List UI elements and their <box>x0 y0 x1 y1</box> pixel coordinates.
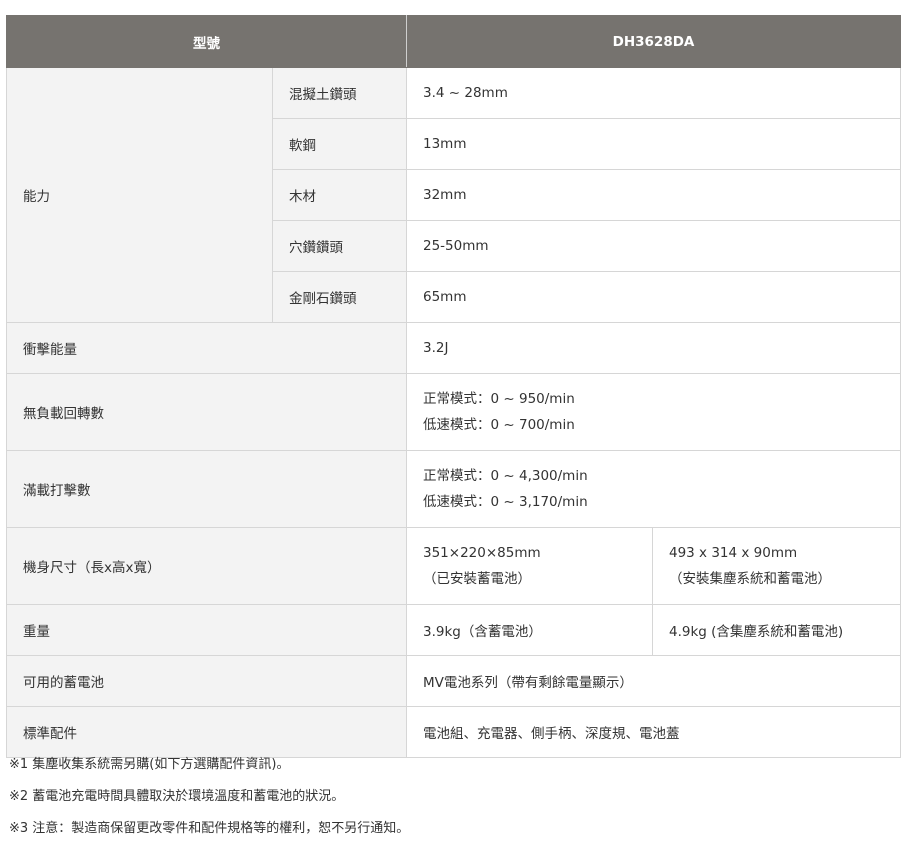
no-load-speed-row: 無負載回轉數 正常模式：0 ~ 950/min 低速模式：0 ~ 700/min <box>6 373 902 451</box>
full-load-blows-value: 正常模式：0 ~ 4,300/min 低速模式：0 ~ 3,170/min <box>405 450 902 528</box>
spec-table: 型號 DH3628DA 能力 混擬土鑽頭 3.4 ~ 28mm 軟鋼 13mm … <box>6 15 902 758</box>
dimensions-value-with-dust-system: 493 x 314 x 90mm （安裝集塵系統和蓄電池） <box>651 527 902 605</box>
normal-mode-speed: 正常模式：0 ~ 950/min <box>423 391 575 407</box>
footnote-2: ※2 蓄電池充電時間具體取決於環境溫度和蓄電池的狀況。 <box>9 789 345 804</box>
no-load-speed-label: 無負載回轉數 <box>6 373 407 451</box>
dimensions-note: （已安裝蓄電池） <box>423 571 531 587</box>
spec-table-container: 型號 DH3628DA 能力 混擬土鑽頭 3.4 ~ 28mm 軟鋼 13mm … <box>6 15 902 758</box>
footnote-1: ※1 集塵收集系統需另購(如下方選購配件資訊)。 <box>9 757 290 772</box>
battery-label: 可用的蓄電池 <box>6 655 407 707</box>
footnotes: ※1 集塵收集系統需另購(如下方選購配件資訊)。 ※2 蓄電池充電時間具體取決於… <box>9 752 899 848</box>
impact-energy-row: 衝擊能量 3.2J <box>6 322 902 374</box>
model-label: 型號 <box>6 15 407 68</box>
impact-energy-value: 3.2J <box>405 322 902 374</box>
capacity-value: 32mm <box>405 169 902 221</box>
capacity-sub-label: 軟鋼 <box>272 118 407 170</box>
battery-row: 可用的蓄電池 MV電池系列（帶有剩餘電量顯示） <box>6 655 902 707</box>
weight-row: 重量 3.9kg（含蓄電池） 4.9kg (含集塵系統和蓄電池) <box>6 604 902 656</box>
dimensions-note: （安裝集塵系統和蓄電池） <box>669 571 831 587</box>
dimensions-row: 機身尺寸（長x高x寬） 351×220×85mm （已安裝蓄電池） 493 x … <box>6 527 902 605</box>
no-load-speed-value: 正常模式：0 ~ 950/min 低速模式：0 ~ 700/min <box>405 373 902 451</box>
accessories-row: 標準配件 電池組、充電器、側手柄、深度規、電池蓋 <box>6 706 902 758</box>
capacity-value: 3.4 ~ 28mm <box>405 67 902 119</box>
capacity-value: 25-50mm <box>405 220 902 272</box>
dimensions-value-with-battery: 351×220×85mm （已安裝蓄電池） <box>406 527 653 605</box>
weight-value-with-battery: 3.9kg（含蓄電池） <box>406 604 653 656</box>
low-mode-blows: 低速模式：0 ~ 3,170/min <box>423 494 588 510</box>
weight-value-with-dust-system: 4.9kg (含集塵系統和蓄電池) <box>651 604 902 656</box>
weight-label: 重量 <box>6 604 407 656</box>
capacity-value: 65mm <box>405 271 902 323</box>
header-row: 型號 DH3628DA <box>6 15 902 68</box>
model-value: DH3628DA <box>405 15 902 68</box>
impact-energy-label: 衝擊能量 <box>6 322 407 374</box>
capacity-value: 13mm <box>405 118 902 170</box>
full-load-blows-label: 滿載打擊數 <box>6 450 407 528</box>
capacity-sub-label: 穴鑽鑽頭 <box>272 220 407 272</box>
footnote-3: ※3 注意：製造商保留更改零件和配件規格等的權利，恕不另行通知。 <box>9 821 410 836</box>
accessories-value: 電池組、充電器、側手柄、深度規、電池蓋 <box>405 706 902 758</box>
capacity-row: 能力 混擬土鑽頭 3.4 ~ 28mm <box>6 67 902 323</box>
full-load-blows-row: 滿載打擊數 正常模式：0 ~ 4,300/min 低速模式：0 ~ 3,170/… <box>6 450 902 528</box>
low-mode-speed: 低速模式：0 ~ 700/min <box>423 417 575 433</box>
dimensions-size: 351×220×85mm <box>423 545 541 561</box>
dimensions-size: 493 x 314 x 90mm <box>669 545 798 561</box>
battery-value: MV電池系列（帶有剩餘電量顯示） <box>405 655 902 707</box>
normal-mode-blows: 正常模式：0 ~ 4,300/min <box>423 468 588 484</box>
capacity-sub-label: 木材 <box>272 169 407 221</box>
capacity-label: 能力 <box>6 67 273 323</box>
dimensions-label: 機身尺寸（長x高x寬） <box>6 527 407 605</box>
capacity-sub-label: 金剛石鑽頭 <box>272 271 407 323</box>
capacity-sub-label: 混擬土鑽頭 <box>272 67 407 119</box>
accessories-label: 標準配件 <box>6 706 407 758</box>
